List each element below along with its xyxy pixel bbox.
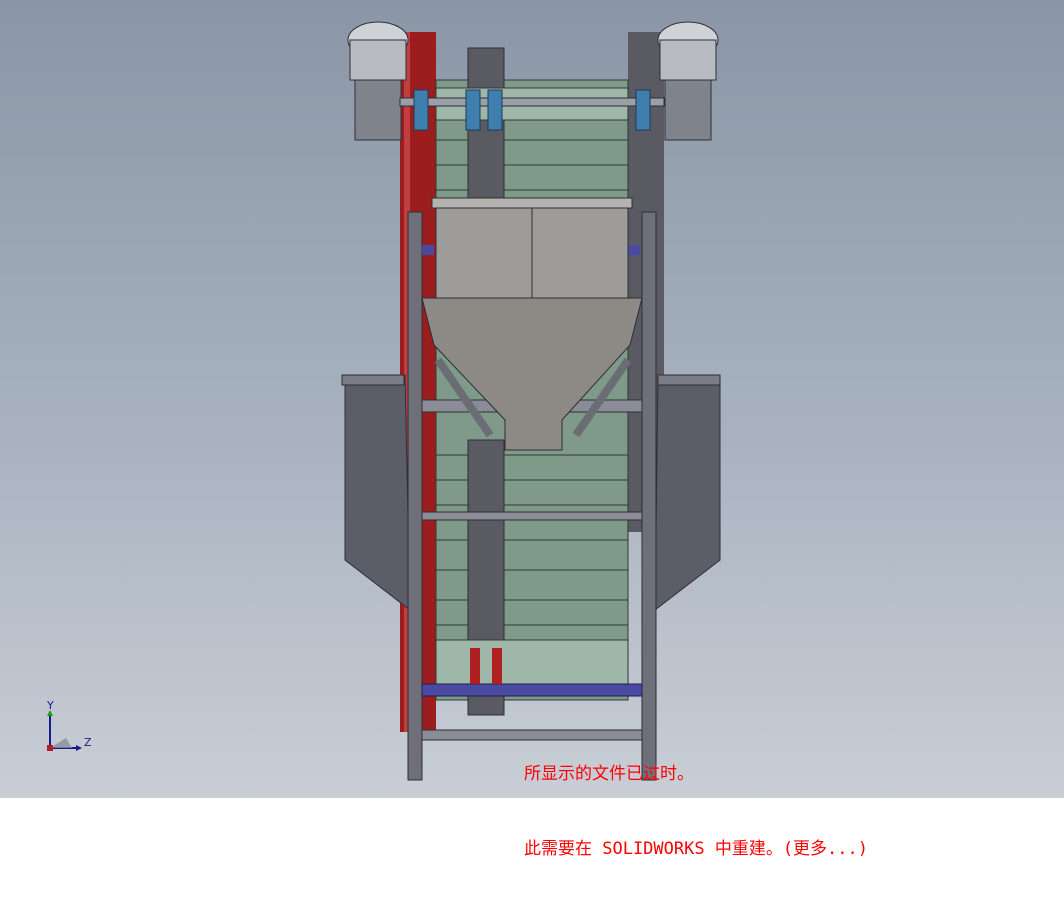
rebuild-warning-message[interactable]: 所显示的文件已过时。 此需要在 SOLIDWORKS 中重建。(更多...) [524,712,868,912]
graphics-viewport[interactable]: Y Z 所显示的文件已过时。 此需要在 SOLIDWORKS 中重建。(更多..… [0,0,1064,859]
front-frame-left-leg [407,211,423,781]
drive-shaft [399,97,665,107]
lower-bearing-right [492,648,502,684]
bearing-center-left [465,89,481,131]
tail-drum [435,639,629,685]
conveyor-assembly-model[interactable] [0,0,1064,798]
right-drive-motor [657,21,719,141]
bearing-left [413,89,429,131]
right-side-hopper [654,374,721,612]
lower-crossbar [421,683,643,697]
triad-y-label: Y [46,700,54,712]
bearing-center-right [487,89,503,131]
rebuild-warning-line2[interactable]: 此需要在 SOLIDWORKS 中重建。(更多...) [524,837,868,862]
triad-z-label: Z [84,736,92,749]
left-drive-motor [347,21,409,141]
bearing-right [635,89,651,131]
rebuild-warning-line1: 所显示的文件已过时。 [524,764,694,784]
left-side-hopper [344,374,411,612]
axis-triad[interactable]: Y Z [38,700,98,760]
front-frame-right-leg [641,211,657,781]
lower-bearing-left [470,648,480,684]
